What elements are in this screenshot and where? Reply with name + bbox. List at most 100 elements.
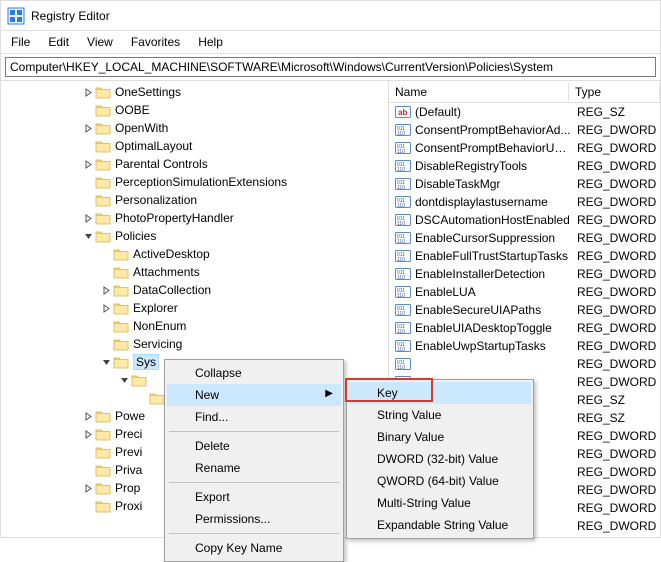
list-row[interactable]: EnableCursorSuppressionREG_DWORD [389,229,660,247]
ctx-permissions[interactable]: Permissions... [167,508,341,530]
tree-item[interactable]: NonEnum [3,317,388,335]
window-title: Registry Editor [31,9,110,23]
menubar: File Edit View Favorites Help [1,31,660,54]
chevron-down-icon[interactable] [117,373,131,387]
context-menu: Collapse New ▶ Find... Delete Rename Exp… [164,359,344,562]
list-row[interactable]: DisableRegistryToolsREG_DWORD [389,157,660,175]
tree-item[interactable]: OneSettings [3,83,388,101]
list-row[interactable]: dontdisplaylastusernameREG_DWORD [389,193,660,211]
col-header-type[interactable]: Type [569,83,660,101]
list-row[interactable]: ConsentPromptBehaviorAd...REG_DWORD [389,121,660,139]
ctx-delete[interactable]: Delete [167,435,341,457]
list-row[interactable]: DisableTaskMgrREG_DWORD [389,175,660,193]
value-type: REG_DWORD [571,447,660,461]
tree-item-label: Policies [115,229,156,243]
value-type: REG_DWORD [571,141,660,155]
folder-icon [95,121,111,135]
ctx-rename[interactable]: Rename [167,457,341,479]
menu-help[interactable]: Help [190,33,231,51]
tree-item-label: Priva [115,463,142,477]
tree-item-label: DataCollection [133,283,211,297]
chevron-down-icon[interactable] [81,229,95,243]
dword-value-icon [395,248,411,264]
value-type: REG_DWORD [571,177,660,191]
folder-icon [95,211,111,225]
chevron-right-icon[interactable] [81,121,95,135]
spacer-icon [81,445,95,459]
tree-item[interactable]: Servicing [3,335,388,353]
chevron-right-icon[interactable] [81,85,95,99]
ctx-export[interactable]: Export [167,486,341,508]
menu-favorites[interactable]: Favorites [123,33,188,51]
value-type: REG_DWORD [571,249,660,263]
tree-item[interactable]: Attachments [3,263,388,281]
tree-item[interactable]: PerceptionSimulationExtensions [3,173,388,191]
ctx-collapse[interactable]: Collapse [167,362,341,384]
menu-separator [169,533,339,534]
list-row[interactable]: EnableInstallerDetectionREG_DWORD [389,265,660,283]
tree-item-label: PerceptionSimulationExtensions [115,175,287,189]
sub-binary-value[interactable]: Binary Value [349,426,531,448]
list-row[interactable]: EnableUIADesktopToggleREG_DWORD [389,319,660,337]
list-row[interactable]: EnableLUAREG_DWORD [389,283,660,301]
spacer-icon [81,499,95,513]
path-input[interactable] [5,57,656,77]
ctx-new[interactable]: New ▶ [167,384,341,406]
col-header-name[interactable]: Name [389,83,569,101]
menu-view[interactable]: View [79,33,121,51]
list-row[interactable]: REG_DWORD [389,355,660,373]
ctx-copy-key-name[interactable]: Copy Key Name [167,537,341,559]
folder-icon [95,157,111,171]
list-row[interactable]: ConsentPromptBehaviorUserREG_DWORD [389,139,660,157]
dword-value-icon [395,122,411,138]
spacer-icon [81,103,95,117]
chevron-down-icon[interactable] [99,355,113,369]
menu-file[interactable]: File [3,33,38,51]
sub-multistring-value[interactable]: Multi-String Value [349,492,531,514]
ctx-find[interactable]: Find... [167,406,341,428]
sub-qword-value[interactable]: QWORD (64-bit) Value [349,470,531,492]
chevron-right-icon[interactable] [99,283,113,297]
sub-dword-value[interactable]: DWORD (32-bit) Value [349,448,531,470]
spacer-icon [81,193,95,207]
folder-icon [95,193,111,207]
sub-string-value[interactable]: String Value [349,404,531,426]
tree-item[interactable]: DataCollection [3,281,388,299]
value-type: REG_DWORD [571,483,660,497]
value-type: REG_DWORD [571,321,660,335]
tree-item[interactable]: ActiveDesktop [3,245,388,263]
value-type: REG_SZ [571,105,660,119]
chevron-right-icon[interactable] [81,409,95,423]
list-row[interactable]: EnableFullTrustStartupTasksREG_DWORD [389,247,660,265]
tree-item[interactable]: Personalization [3,191,388,209]
ctx-new-label: New [195,388,219,402]
tree-item[interactable]: OOBE [3,101,388,119]
tree-item[interactable]: PhotoPropertyHandler [3,209,388,227]
spacer-icon [99,337,113,351]
tree-item[interactable]: Explorer [3,299,388,317]
menu-edit[interactable]: Edit [40,33,77,51]
tree-item[interactable]: Parental Controls [3,155,388,173]
sub-key[interactable]: Key [349,382,531,404]
value-name: DSCAutomationHostEnabled [415,213,571,227]
list-row[interactable]: (Default)REG_SZ [389,103,660,121]
sub-expandable-string-value[interactable]: Expandable String Value [349,514,531,536]
tree-item[interactable]: OptimalLayout [3,137,388,155]
tree-item[interactable]: Policies [3,227,388,245]
tree-item[interactable]: OpenWith [3,119,388,137]
chevron-right-icon[interactable] [81,481,95,495]
chevron-right-icon[interactable] [81,211,95,225]
list-row[interactable]: DSCAutomationHostEnabledREG_DWORD [389,211,660,229]
spacer-icon [99,265,113,279]
dword-value-icon [395,338,411,354]
list-row[interactable]: EnableSecureUIAPathsREG_DWORD [389,301,660,319]
list-row[interactable]: EnableUwpStartupTasksREG_DWORD [389,337,660,355]
titlebar: Registry Editor [1,1,660,31]
spacer-icon [81,175,95,189]
folder-icon [95,427,111,441]
chevron-right-icon[interactable] [81,427,95,441]
chevron-right-icon[interactable] [99,301,113,315]
tree-item-label: NonEnum [133,319,186,333]
value-type: REG_DWORD [571,303,660,317]
chevron-right-icon[interactable] [81,157,95,171]
